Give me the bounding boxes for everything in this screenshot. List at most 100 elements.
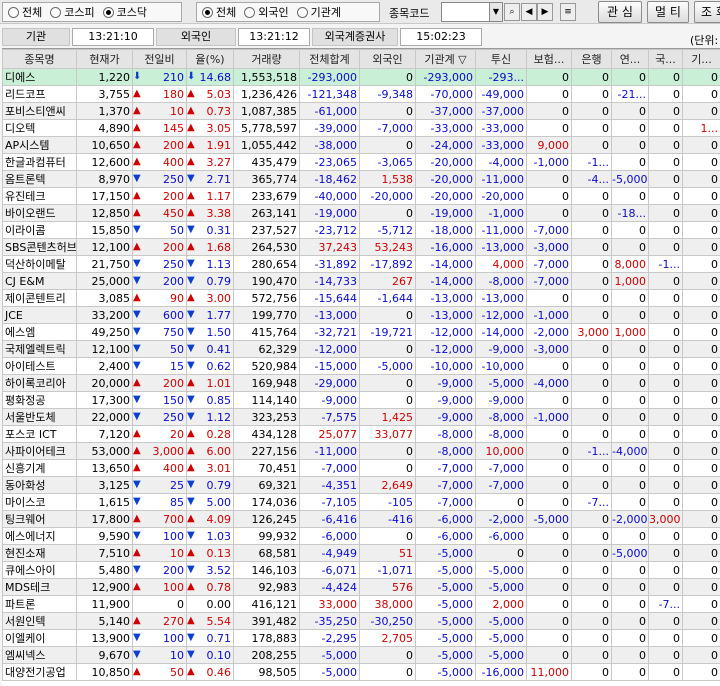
nat-cell: 0: [648, 544, 683, 562]
multi-button[interactable]: 멀 티: [647, 1, 689, 23]
rate-cell: ▼ 1.77: [186, 306, 234, 324]
table-row[interactable]: 마이스코 1,615 ▼ 85 ▼ 5.00 174,036 -7,105 -105 -7,000…: [2, 493, 720, 511]
table-row[interactable]: SBS콘텐츠허브 12,100 ▲ 200 ▲ 1.68 264,530 37,243 53,2…: [2, 238, 720, 256]
table-row[interactable]: 제이콘텐트리 3,085 ▲ 90 ▲ 3.00 572,756 -15,644 -1,644-…: [2, 289, 720, 307]
rate-cell: 0.00: [186, 595, 234, 613]
volume-cell: 435,479: [233, 153, 300, 171]
next-arrow-icon[interactable]: ▶: [537, 3, 553, 21]
table-row[interactable]: 포스코 ICT 7,120 ▲ 20 ▲ 0.28 434,128 25,077 33,077-…: [2, 425, 720, 443]
inst-cell: -13,000: [415, 289, 476, 307]
table-row[interactable]: 하이록코리아 20,000 ▲ 200 ▲ 1.01 169,948 -29,000 0 -9,0…: [2, 374, 720, 392]
table-row[interactable]: 포비스티앤씨 1,370 ▲ 10 ▲ 0.73 1,087,385 -61,000 0 -37,…: [2, 102, 720, 120]
up-arrow-icon: ▲: [133, 87, 141, 99]
table-row[interactable]: JCE 33,200 ▼ 600 ▼ 1.77 199,770 -13,000 0 -13,000…: [2, 306, 720, 324]
rate-cell: ▼ 0.71: [186, 629, 234, 647]
column-header[interactable]: 은행: [571, 49, 612, 69]
column-header[interactable]: 전체합계: [299, 49, 360, 69]
table-row[interactable]: 파트론 11,900 0 0.00 416,121 33,000 38,000 -5,000 2…: [2, 595, 720, 613]
bank-cell: 0: [571, 255, 612, 273]
table-row[interactable]: 현진소재 7,510 ▲ 10 ▲ 0.13 68,581 -4,949 51 -5,000 0 0 0…: [2, 544, 720, 562]
table-row[interactable]: 옴트론텍 8,970 ▼ 250 ▼ 2.71 365,774 -18,462 1,538 -20…: [2, 170, 720, 188]
change-cell: ▲ 145: [132, 119, 187, 137]
ins-cell: -7,000: [526, 255, 572, 273]
table-row[interactable]: 덕산하이메탈 21,750 ▼ 250 ▼ 1.13 280,654 -31,892 -17,8…: [2, 255, 720, 273]
pen-cell: -5,000: [611, 170, 649, 188]
rate-value: 4.09: [206, 512, 232, 526]
column-header[interactable]: 국...: [648, 49, 683, 69]
stock-code-input[interactable]: [441, 2, 493, 22]
change-value: 180: [163, 87, 184, 101]
trust-cell: -16,000: [475, 663, 527, 681]
column-header[interactable]: 보험...: [526, 49, 572, 69]
inquiry-button[interactable]: 조 회: [694, 1, 720, 23]
table-row[interactable]: 아이테스트 2,400 ▼ 15 ▼ 0.62 520,984 -15,000 -5,000 -1…: [2, 357, 720, 375]
column-header[interactable]: 투신: [475, 49, 527, 69]
table-row[interactable]: 엠씨넥스 9,670 ▼ 10 ▼ 0.10 208,255 -5,000 0 -5,000 -5,…: [2, 646, 720, 664]
table-row[interactable]: 디오텍 4,890 ▲ 145 ▲ 3.05 5,778,597 -39,000 -7,000-…: [2, 119, 720, 137]
column-header[interactable]: 기관계 ▽: [415, 49, 476, 69]
table-row[interactable]: 사파이어테크 53,000 ▲ 3,000 ▲ 6.00 227,156 -11,000 0 -8…: [2, 442, 720, 460]
radio-label: 코스닥: [116, 6, 147, 19]
table-row[interactable]: 리드코프 3,755 ▲ 180 ▲ 5.03 1,236,426 -121,348 -9,34…: [2, 85, 720, 103]
ins-cell: 0: [526, 204, 572, 222]
table-row[interactable]: 디에스 1,220 ⬇ 210 ⬇ 14.68 1,553,518 -293,000 0 -293…: [2, 68, 720, 86]
pen-cell: 0: [611, 119, 649, 137]
table-row[interactable]: 동아화성 3,125 ▼ 25 ▼ 0.79 69,321 -4,351 2,649 -7,000…: [2, 476, 720, 494]
table-row[interactable]: 이엘케이 13,900 ▼ 100 ▼ 0.71 178,883 -2,295 2,705 -5,…: [2, 629, 720, 647]
up-arrow-icon: ▲: [187, 189, 195, 201]
rate-cell: ▼ 0.62: [186, 357, 234, 375]
volume-cell: 68,581: [233, 544, 300, 562]
column-header[interactable]: 거래량: [233, 49, 300, 69]
column-header[interactable]: 종목명: [2, 49, 77, 69]
table-row[interactable]: 이라이콤 15,850 ▼ 50 ▼ 0.31 237,527 -23,712 -5,712 -1…: [2, 221, 720, 239]
table-row[interactable]: 평화정공 17,300 ▼ 150 ▼ 0.85 114,140 -9,000 0 -9,000-…: [2, 391, 720, 409]
rate-value: 0.79: [206, 478, 232, 492]
total-cell: -18,462: [299, 170, 360, 188]
table-row[interactable]: 에스에너지 9,590 ▼ 100 ▼ 1.03 99,932 -6,000 0 -6,000 -6…: [2, 527, 720, 545]
total-cell: -38,000: [299, 136, 360, 154]
investor-radio-foreign[interactable]: 외국인: [244, 4, 289, 20]
table-row[interactable]: 서원인텍 5,140 ▲ 270 ▲ 5.54 391,482 -35,250 -30,250-…: [2, 612, 720, 630]
column-header[interactable]: 전일비: [132, 49, 187, 69]
interest-button[interactable]: 관 심: [598, 1, 642, 23]
table-row[interactable]: 국제엘렉트릭 12,100 ▼ 50 ▼ 0.41 62,329 -12,000 0 -12,00…: [2, 340, 720, 358]
rate-value: 6.00: [206, 444, 232, 458]
oth-cell: 0: [682, 663, 720, 681]
bank-cell: 0: [571, 629, 612, 647]
column-header[interactable]: 기...: [682, 49, 720, 69]
market-radio-kospi[interactable]: 코스피: [50, 4, 95, 20]
limit-down-icon: ⬇: [133, 70, 142, 82]
investor-radio-all[interactable]: 전체: [202, 4, 236, 20]
table-row[interactable]: 신흥기계 13,650 ▲ 400 ▲ 3.01 70,451 -7,000 0 -7,000 -7…: [2, 459, 720, 477]
table-row[interactable]: 대양전기공업 10,850 ▲ 50 ▲ 0.46 98,505 -5,000 0 -5,000-…: [2, 663, 720, 681]
investor-radio-institution[interactable]: 기관계: [296, 4, 341, 20]
market-radio-kosdaq[interactable]: 코스닥: [102, 4, 147, 20]
table-row[interactable]: 팅크웨어 17,800 ▲ 700 ▲ 4.09 126,245 -6,416 -416 -6,0…: [2, 510, 720, 528]
table-row[interactable]: AP시스템 10,650 ▲ 200 ▲ 1.91 1,055,442 -38,000 0 -24…: [2, 136, 720, 154]
up-arrow-icon: ▲: [187, 155, 195, 167]
up-arrow-icon: ▲: [187, 512, 195, 524]
column-header[interactable]: 현재가: [76, 49, 133, 69]
table-row[interactable]: MDS테크 12,900 ▲ 100 ▲ 0.78 92,983 -4,424 576 -5,00…: [2, 578, 720, 596]
search-icon[interactable]: ⌕: [504, 3, 520, 21]
table-row[interactable]: 유진테크 17,150 ▲ 200 ▲ 1.17 233,679 -40,000 -20,000…: [2, 187, 720, 205]
table-row[interactable]: CJ E&M 25,000 ▼ 200 ▼ 0.79 190,470 -14,733 267 -1…: [2, 272, 720, 290]
table-row[interactable]: 바이오랜드 12,850 ▲ 450 ▲ 3.38 263,141 -19,000 0 -19,0…: [2, 204, 720, 222]
oth-cell: 0: [682, 306, 720, 324]
table-row[interactable]: 에스엠 49,250 ▼ 750 ▼ 1.50 415,764 -32,721 -19,721-…: [2, 323, 720, 341]
table-row[interactable]: 서울반도체 22,000 ▼ 250 ▼ 1.12 323,253 -7,575 1,425 -9…: [2, 408, 720, 426]
document-icon[interactable]: ≡: [560, 3, 576, 21]
chevron-down-icon[interactable]: ▼: [489, 2, 503, 22]
nat-cell: -7...: [648, 595, 683, 613]
column-header[interactable]: 율(%): [186, 49, 234, 69]
investor-trading-table: 종목명 현재가 전일비 율(%) 거래량 전체합계 외국인 기관계 ▽ 투신 보험... 은행 연..…: [2, 48, 720, 686]
table-row[interactable]: 한글과컴퓨터 12,600 ▲ 400 ▲ 3.27 435,479 -23,065 -3,06…: [2, 153, 720, 171]
table-row[interactable]: 큐에스아이 5,480 ▼ 200 ▼ 3.52 146,103 -6,071 -1,071 -5…: [2, 561, 720, 579]
ins-cell: -2,000: [526, 323, 572, 341]
prev-arrow-icon[interactable]: ◀: [521, 3, 537, 21]
column-header[interactable]: 외국인: [359, 49, 416, 69]
column-header[interactable]: 연...: [611, 49, 649, 69]
trust-cell: -33,000: [475, 136, 527, 154]
market-radio-all[interactable]: 전체: [8, 4, 42, 20]
down-arrow-icon: ▼: [133, 563, 141, 575]
